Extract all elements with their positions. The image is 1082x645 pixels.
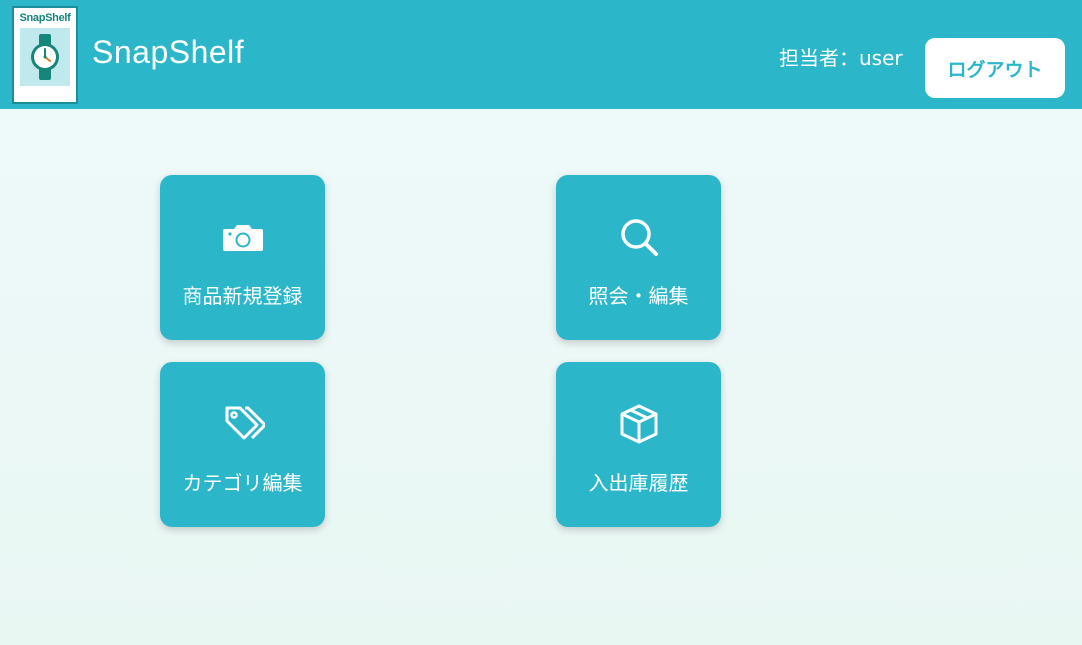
category-edit-tile[interactable]: カテゴリ編集 (160, 362, 325, 527)
app-title: SnapShelf (92, 34, 245, 70)
logout-button[interactable]: ログアウト (925, 38, 1065, 98)
box-icon (617, 402, 661, 446)
app-header: SnapShelf SnapShelf 担当者：user ログアウト (0, 0, 1082, 109)
new-product-registration-tile[interactable]: 商品新規登録 (160, 175, 325, 340)
tile-label: 入出庫履歴 (588, 471, 689, 495)
tags-icon (221, 402, 265, 446)
current-user-label: 担当者：user (779, 46, 903, 70)
tile-label: 商品新規登録 (182, 284, 303, 308)
search-icon (617, 215, 661, 259)
wristwatch-icon (31, 34, 59, 80)
tile-label: 照会・編集 (588, 284, 689, 308)
logo-text: SnapShelf (19, 12, 71, 24)
inquiry-edit-tile[interactable]: 照会・編集 (556, 175, 721, 340)
logo-art (20, 28, 70, 86)
tile-label: カテゴリ編集 (182, 471, 303, 495)
stock-history-tile[interactable]: 入出庫履歴 (556, 362, 721, 527)
camera-icon (221, 215, 265, 259)
app-logo: SnapShelf (12, 6, 78, 104)
